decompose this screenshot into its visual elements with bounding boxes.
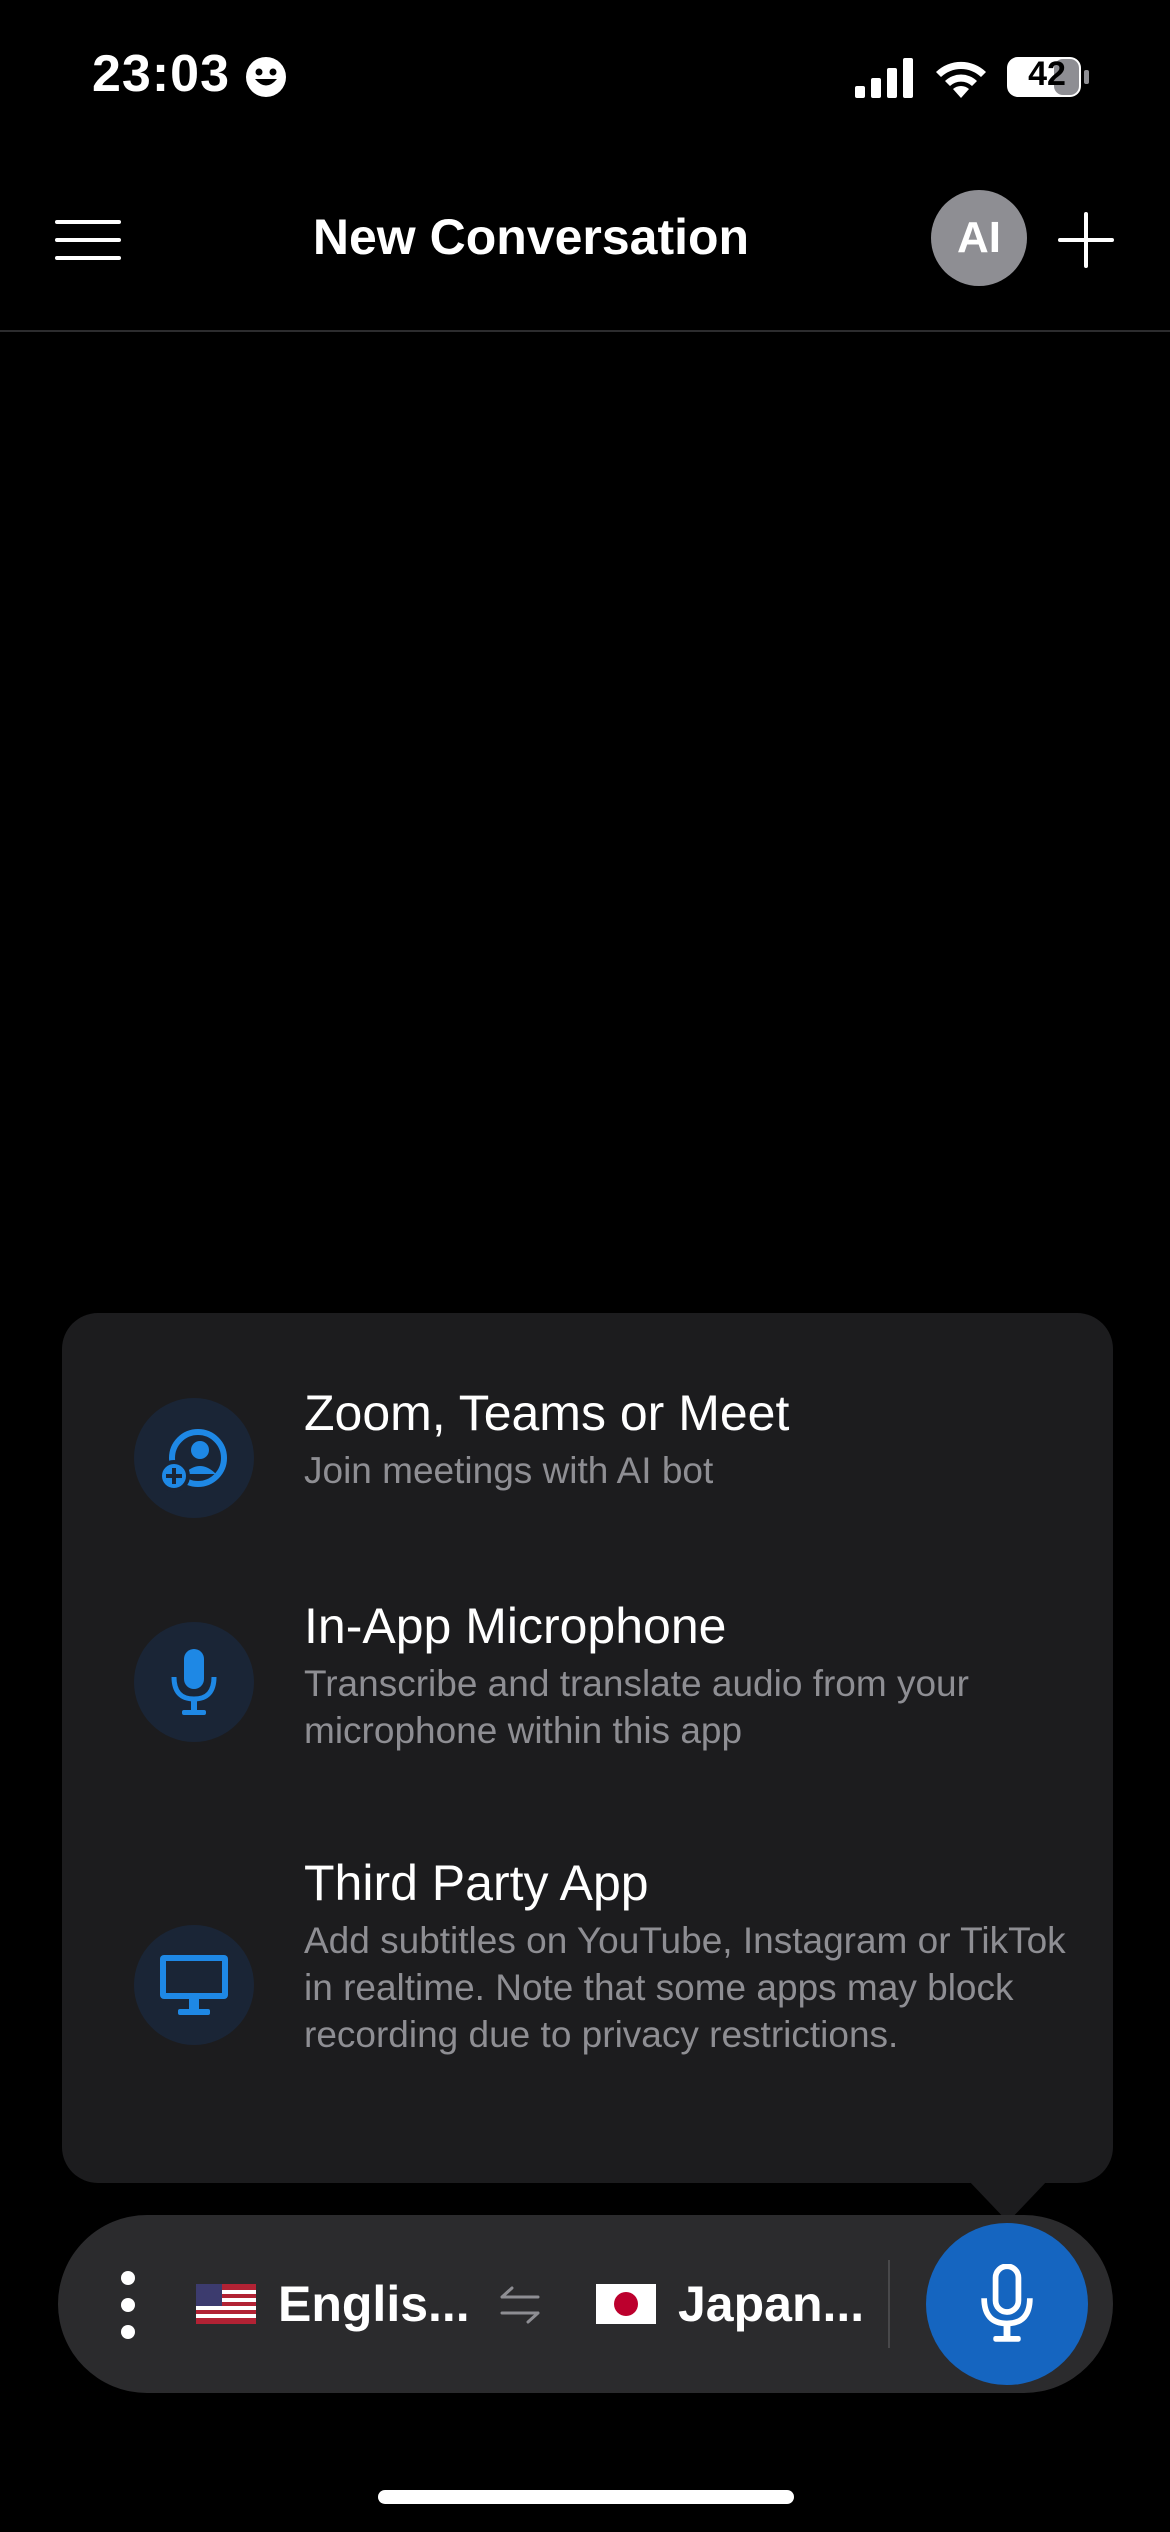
recording-source-popup: Zoom, Teams or Meet Join meetings with A… (62, 1313, 1113, 2183)
option-title: Zoom, Teams or Meet (304, 1385, 790, 1441)
user-add-icon (134, 1398, 254, 1518)
monitor-icon (134, 1925, 254, 2045)
wifi-icon (936, 61, 986, 98)
source-language-button[interactable]: Englis... (196, 2275, 470, 2333)
header: New Conversation AI (0, 150, 1170, 332)
page-title: New Conversation (312, 209, 750, 265)
source-language-label: Englis... (278, 2276, 470, 2332)
option-title: Third Party App (304, 1855, 649, 1911)
option-description: Transcribe and translate audio from your… (304, 1663, 969, 1751)
divider (888, 2260, 890, 2348)
new-conversation-plus-icon[interactable] (1058, 212, 1114, 268)
swap-languages-icon[interactable] (498, 2285, 542, 2325)
option-in-app-microphone[interactable]: In-App Microphone Transcribe and transla… (62, 1596, 1113, 1766)
option-zoom-teams-meet[interactable]: Zoom, Teams or Meet Join meetings with A… (62, 1383, 1113, 1533)
microphone-icon (134, 1622, 254, 1742)
target-language-button[interactable]: Japan... (596, 2275, 864, 2333)
record-microphone-button[interactable] (926, 2223, 1088, 2385)
status-time: 23:03 (92, 45, 230, 103)
option-description: Join meetings with AI bot (304, 1450, 714, 1491)
more-options-icon[interactable] (118, 2270, 138, 2340)
battery-level: 42 (1028, 55, 1066, 93)
option-title: In-App Microphone (304, 1598, 727, 1654)
option-description: Add subtitles on YouTube, Instagram or T… (304, 1920, 1066, 2055)
ai-avatar-button[interactable]: AI (931, 190, 1027, 286)
option-third-party-app[interactable]: Third Party App Add subtitles on YouTube… (62, 1853, 1113, 2123)
smiley-icon (246, 57, 286, 97)
home-indicator (378, 2490, 794, 2504)
us-flag-icon (196, 2284, 256, 2324)
japan-flag-icon (596, 2284, 656, 2324)
microphone-icon (981, 2264, 1033, 2342)
target-language-label: Japan... (678, 2276, 865, 2332)
cellular-signal-icon (855, 58, 913, 98)
status-bar: 23:03 42 (0, 0, 1170, 150)
